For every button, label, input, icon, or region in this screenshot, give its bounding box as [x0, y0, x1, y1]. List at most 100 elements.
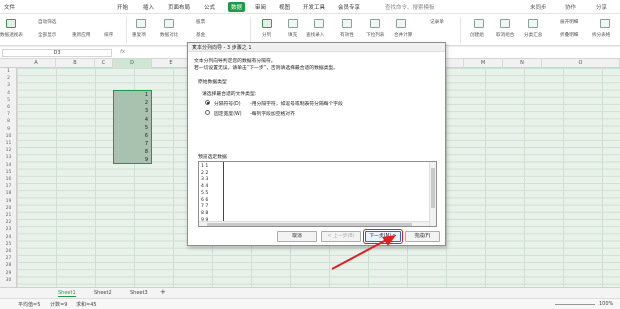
cell-value[interactable]: 2 [138, 100, 148, 106]
row-header[interactable]: 28 [0, 262, 17, 269]
ribbon-duplicates[interactable]: 重复项 [132, 32, 146, 38]
ribbon-ungroup[interactable]: 取消组合 [496, 32, 514, 38]
ribbon-expand-detail[interactable]: 展开明细 [560, 19, 578, 25]
row-header[interactable]: 6 [0, 104, 17, 111]
col-header-b[interactable]: B [56, 59, 95, 68]
preview-vertical-scrollbar[interactable] [429, 162, 436, 226]
add-sheet-button[interactable]: + [160, 288, 166, 296]
col-header-c[interactable]: C [95, 59, 113, 68]
preview-horizontal-scrollbar[interactable] [199, 221, 429, 226]
ribbon-sort[interactable]: 排序 [104, 32, 113, 38]
row-header[interactable]: 7 [0, 111, 17, 118]
row-header[interactable]: 8 [0, 118, 17, 125]
collaborate-button[interactable]: 协作 [565, 3, 576, 11]
row-header[interactable]: 20 [0, 205, 17, 212]
row-header[interactable]: 4 [0, 90, 17, 97]
row-header[interactable]: 24 [0, 234, 17, 241]
row-header[interactable]: 2 [0, 75, 17, 82]
row-header[interactable]: 19 [0, 198, 17, 205]
col-header-d[interactable]: D [113, 59, 152, 68]
zoom-slider[interactable] [555, 304, 595, 305]
cancel-button[interactable]: 取消 [277, 231, 317, 242]
ribbon-fund[interactable]: 基金 [196, 32, 205, 38]
menu-file[interactable]: 文件 [4, 3, 15, 11]
menu-insert[interactable]: 插入 [143, 3, 154, 11]
sheet-tab-2[interactable]: Sheet2 [94, 290, 112, 296]
row-header[interactable]: 16 [0, 176, 17, 183]
row-header[interactable]: 25 [0, 241, 17, 248]
row-header[interactable]: 29 [0, 270, 17, 277]
row-header[interactable]: 3 [0, 82, 17, 89]
cell-value[interactable]: 5 [138, 125, 148, 131]
row-header[interactable]: 10 [0, 133, 17, 140]
delimited-radio[interactable] [205, 100, 210, 105]
ribbon-lookup-entry[interactable]: 查找录入 [306, 32, 324, 38]
delimited-label[interactable]: 分隔符号(D) [214, 100, 241, 107]
row-header[interactable]: 18 [0, 190, 17, 197]
ribbon-show-all[interactable]: 全部显示 [38, 32, 56, 38]
col-header-a[interactable]: A [17, 59, 56, 68]
row-header[interactable]: 26 [0, 248, 17, 255]
share-button[interactable]: 分享 [596, 3, 607, 11]
data-preview[interactable]: 1 1 2 2 3 3 4 4 5 5 6 6 7 7 8 8 9 9 [198, 161, 437, 227]
cell-value[interactable]: 7 [138, 141, 148, 147]
row-header[interactable]: 14 [0, 162, 17, 169]
row-header[interactable]: 21 [0, 212, 17, 219]
row-header[interactable]: 11 [0, 140, 17, 147]
ribbon-stock[interactable]: 股票 [196, 19, 205, 25]
cell-value[interactable]: 1 [138, 92, 148, 98]
row-header[interactable]: 1 [0, 68, 17, 75]
row-header[interactable]: 15 [0, 169, 17, 176]
ribbon-collapse-detail[interactable]: 折叠明细 [560, 32, 578, 38]
ribbon-split-table[interactable]: 拆分表格 [592, 32, 610, 38]
sync-status[interactable]: 未同步 [530, 3, 547, 11]
menu-data[interactable]: 数据 [228, 2, 246, 12]
ribbon-consolidate[interactable]: 合并计算 [394, 32, 412, 38]
ribbon-compare[interactable]: 数据对比 [160, 32, 178, 38]
fixed-width-label[interactable]: 固定宽度(W) [214, 110, 242, 117]
col-header-o[interactable]: O [542, 59, 620, 68]
finish-button[interactable]: 完成(F) [405, 231, 440, 242]
ribbon-subtotal[interactable]: 分类汇总 [524, 32, 542, 38]
command-search[interactable]: 查找命令、搜索模板 [385, 3, 435, 11]
menu-review[interactable]: 审阅 [255, 3, 266, 11]
ribbon-text-to-columns[interactable]: 分列 [262, 32, 271, 38]
menu-developer[interactable]: 开发工具 [303, 3, 325, 11]
ribbon-fill[interactable]: 填充 [288, 32, 297, 38]
col-header-e[interactable]: E [152, 59, 191, 68]
sheet-tab-3[interactable]: Sheet3 [130, 290, 148, 296]
cell-value[interactable]: 8 [138, 149, 148, 155]
row-header[interactable]: 9 [0, 126, 17, 133]
cell-value[interactable]: 9 [138, 157, 148, 163]
col-header-m[interactable]: M [464, 59, 503, 68]
ribbon-pivot-table[interactable]: 数据透视表 [0, 32, 23, 38]
menu-page-layout[interactable]: 页面布局 [168, 3, 190, 11]
row-header[interactable]: 12 [0, 147, 17, 154]
col-header-n[interactable]: N [503, 59, 542, 68]
sheet-tab-1[interactable]: Sheet1 [58, 290, 76, 297]
ribbon-reapply[interactable]: 重新应用 [72, 32, 90, 38]
ribbon-auto-filter[interactable]: 自动筛选 [38, 19, 56, 25]
menu-formula[interactable]: 公式 [204, 3, 215, 11]
menu-member[interactable]: 会员专享 [338, 3, 360, 11]
fx-icon[interactable]: fx [120, 49, 125, 55]
row-header[interactable]: 23 [0, 226, 17, 233]
row-header[interactable]: 17 [0, 183, 17, 190]
row-header[interactable]: 22 [0, 219, 17, 226]
cell-value[interactable]: 6 [138, 133, 148, 139]
ribbon-group[interactable]: 创建组 [470, 32, 484, 38]
cell-value[interactable]: 3 [138, 108, 148, 114]
row-header[interactable]: 30 [0, 277, 17, 284]
fixed-width-radio[interactable] [205, 110, 210, 115]
ribbon-validation[interactable]: 有效性 [340, 32, 354, 38]
cell-value[interactable]: 4 [138, 117, 148, 123]
name-box[interactable]: D3 [2, 49, 112, 57]
zoom-level[interactable]: 100% [599, 301, 613, 307]
row-header[interactable]: 5 [0, 97, 17, 104]
row-header[interactable]: 13 [0, 154, 17, 161]
selected-range[interactable]: 1 2 3 4 5 6 7 8 9 [113, 90, 152, 164]
menu-view[interactable]: 视图 [279, 3, 290, 11]
ribbon-dropdown-list[interactable]: 下拉列表 [366, 32, 384, 38]
ribbon-record-form[interactable]: 记录单 [430, 19, 444, 25]
close-icon[interactable]: × [192, 44, 442, 50]
